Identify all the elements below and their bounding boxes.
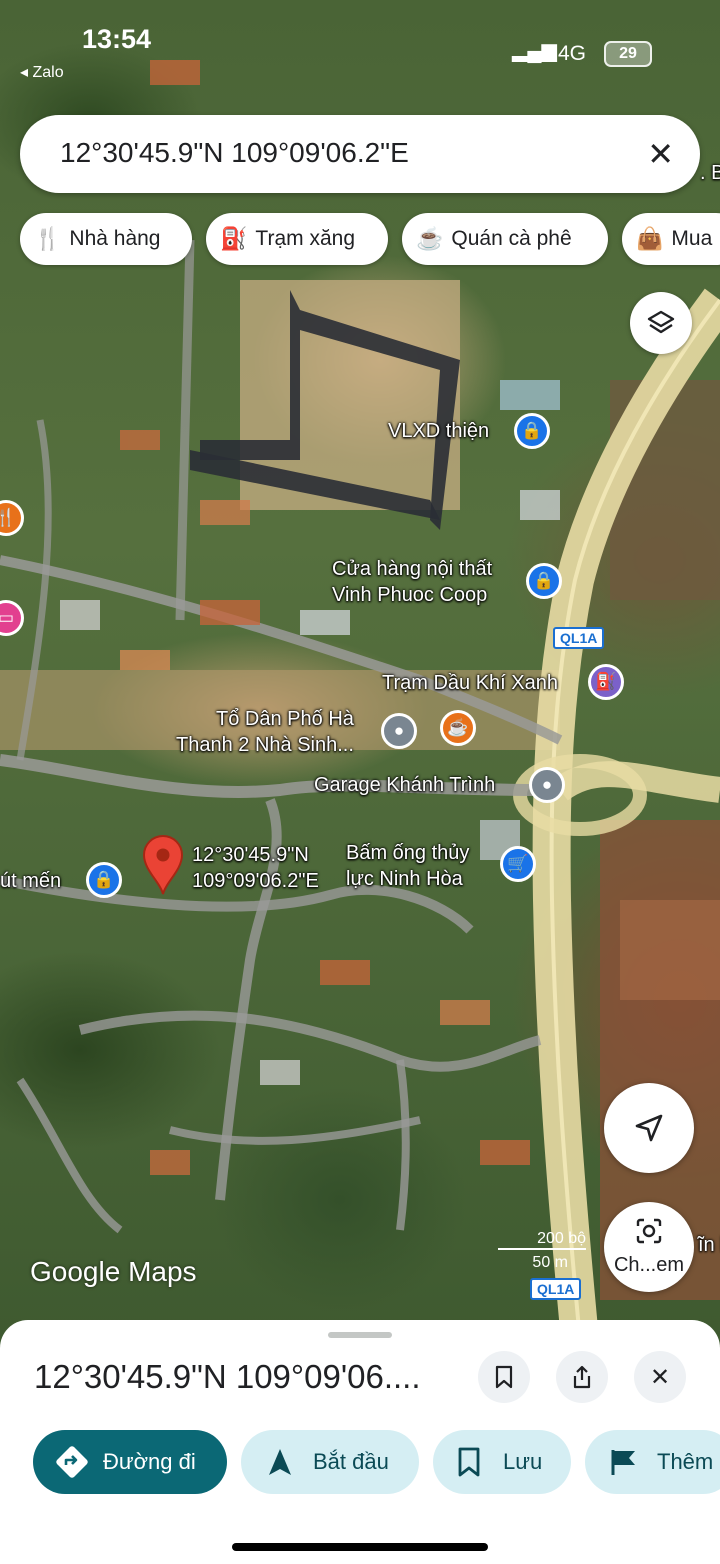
scale-upper: 200 bộ: [498, 1230, 586, 1250]
shopping-bag-icon: 👜: [636, 226, 664, 251]
map-view[interactable]: 13:54 ◂ Zalo ▂▄▆ 4G 29 12°30'45.9"N 109°…: [0, 0, 720, 1340]
shopping-bag-icon[interactable]: 🔒: [526, 563, 562, 599]
signal-icon: ▂▄▆: [512, 40, 557, 62]
network-type: 4G: [558, 42, 587, 65]
start-button[interactable]: Bắt đầu: [241, 1430, 419, 1494]
poi-vlxd-thien-label: VLXD thiện: [388, 420, 490, 442]
poi-furniture-store-label: Cửa hàng nội thất Vinh Phuoc Coop: [332, 558, 493, 606]
coffee-cup-icon: ☕: [416, 226, 444, 251]
chip-label: Quán cà phê: [451, 227, 572, 250]
start-label: Bắt đầu: [313, 1449, 389, 1474]
bookmark-icon: [495, 1365, 513, 1389]
share-button[interactable]: [556, 1351, 608, 1403]
save-bookmark-button[interactable]: [478, 1351, 530, 1403]
camera-lens-icon: [636, 1218, 662, 1244]
road-shield-ql1a-bottom: QL1A: [530, 1278, 582, 1300]
search-bar[interactable]: 12°30'45.9"N 109°09'06.2"E ✕: [20, 115, 700, 193]
save-button[interactable]: Lưu: [433, 1430, 571, 1494]
directions-label: Đường đi: [103, 1449, 196, 1474]
cart-icon[interactable]: 🛒: [500, 846, 536, 882]
poi-residential-label: Tổ Dân Phố Hà Thanh 2 Nhà Sinh...: [176, 708, 354, 756]
scale-lower: 50 m: [532, 1254, 568, 1271]
chip-restaurant[interactable]: 🍴 Nhà hàng: [20, 213, 192, 265]
back-app-label: Zalo: [32, 64, 64, 81]
lens-button[interactable]: Ch...em: [604, 1202, 694, 1292]
close-button[interactable]: ✕: [634, 1351, 686, 1403]
chip-shopping[interactable]: 👜 Mua: [622, 213, 720, 265]
clear-search-icon[interactable]: ✕: [647, 135, 674, 173]
save-label: Lưu: [503, 1449, 543, 1474]
category-chips: 🍴 Nhà hàng ⛽ Trạm xăng ☕ Quán cà phê 👜 Mua: [20, 213, 720, 265]
share-icon: [573, 1365, 591, 1389]
poi-garage-label: Garage Khánh Trình: [314, 774, 496, 796]
chip-label: Mua: [671, 227, 713, 250]
layers-icon: [647, 310, 675, 334]
map-label-edge-top: . B: [700, 162, 720, 184]
road-shield-ql1a: QL1A: [553, 627, 605, 649]
my-location-button[interactable]: [604, 1083, 694, 1173]
sheet-drag-handle[interactable]: [328, 1332, 392, 1338]
poi-hydraulic-label: Bấm ống thủy lực Ninh Hòa: [346, 842, 470, 890]
navigation-arrow-icon: [635, 1114, 663, 1142]
fork-knife-icon: 🍴: [34, 226, 62, 251]
map-layers-button[interactable]: [630, 292, 692, 354]
poi-left-edge-label: út mến: [0, 870, 62, 892]
action-buttons: Đường đi Bắt đầu Lưu Thêm: [0, 1430, 720, 1494]
shopping-bag-icon[interactable]: 🔒: [86, 862, 122, 898]
navigation-arrow-icon: [269, 1449, 291, 1475]
chip-gas-station[interactable]: ⛽ Trạm xăng: [206, 213, 388, 265]
back-to-app-link[interactable]: ◂ Zalo: [20, 62, 64, 82]
dropped-pin-label: 12°30'45.9"N 109°09'06.2"E: [192, 844, 319, 892]
status-time: 13:54: [82, 24, 152, 54]
chip-label: Nhà hàng: [69, 227, 161, 250]
lens-label: Ch...em: [613, 1254, 685, 1276]
chip-coffee[interactable]: ☕ Quán cà phê: [402, 213, 608, 265]
bookmark-icon: [458, 1447, 480, 1477]
more-button[interactable]: Thêm: [585, 1430, 720, 1494]
coffee-cup-icon[interactable]: ☕: [440, 710, 476, 746]
directions-button[interactable]: Đường đi: [33, 1430, 227, 1494]
map-label-edge-bottom: ĩn lạ: [698, 1234, 720, 1256]
location-dot-icon[interactable]: ●: [529, 767, 565, 803]
directions-icon: [56, 1446, 88, 1478]
dropped-pin-icon[interactable]: [140, 834, 186, 896]
google-maps-logo: Google Maps: [30, 1256, 197, 1287]
gas-station-icon: ⛽: [220, 226, 248, 251]
status-bar: 13:54 ◂ Zalo ▂▄▆ 4G 29: [0, 0, 720, 90]
close-icon: ✕: [649, 1363, 671, 1391]
flag-icon: [611, 1450, 635, 1475]
shopping-bag-icon[interactable]: 🔒: [514, 413, 550, 449]
place-bottom-sheet: 12°30'45.9"N 109°09'06.... ✕ Đường đi Bắ…: [0, 1320, 720, 1564]
home-indicator[interactable]: [232, 1543, 488, 1551]
map-scale: 200 bộ 50 m: [498, 1230, 586, 1272]
search-query[interactable]: 12°30'45.9"N 109°09'06.2"E: [60, 137, 409, 169]
poi-gas-station-label: Trạm Dầu Khí Xanh: [382, 672, 559, 694]
location-dot-icon[interactable]: ●: [381, 713, 417, 749]
more-label: Thêm: [657, 1449, 714, 1474]
battery-indicator: 29: [604, 41, 652, 67]
chip-label: Trạm xăng: [255, 227, 355, 250]
place-title: 12°30'45.9"N 109°09'06....: [34, 1358, 421, 1395]
gas-station-icon[interactable]: ⛽: [588, 664, 624, 700]
